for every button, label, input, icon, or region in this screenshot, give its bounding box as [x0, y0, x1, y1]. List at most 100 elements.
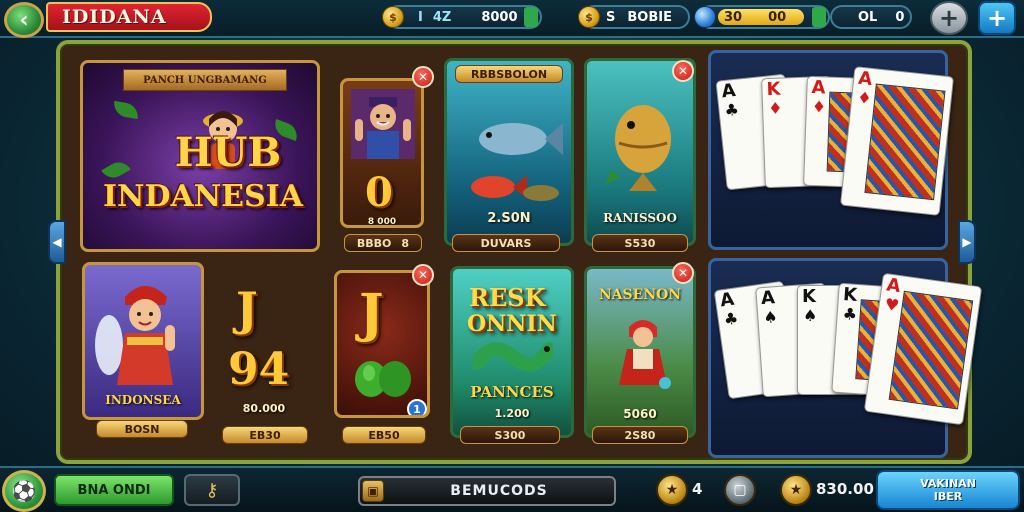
nasenon-game-tile[interactable]: NASENON 5060: [584, 266, 696, 438]
card-suit-icon: ♠: [762, 307, 779, 328]
nasenon-plate[interactable]: 2S80: [592, 426, 688, 444]
gem-counter[interactable]: 30 00: [694, 5, 830, 29]
soccer-ball-icon[interactable]: ⚽: [2, 470, 46, 512]
card-rank: K: [842, 284, 858, 306]
angel-plate[interactable]: BOSN: [96, 420, 188, 438]
card-suit-icon: ♠: [803, 306, 818, 325]
card-suit-icon: ♦: [856, 87, 873, 109]
hero-title-line2: INDANESIA: [102, 179, 303, 214]
playing-card[interactable]: A ♥: [863, 272, 983, 426]
gem-value: 30: [724, 9, 743, 25]
card-suit-icon: ♣: [723, 99, 740, 121]
portrait-boy-sub: 8 000: [367, 217, 397, 227]
gem-value-2: 00: [768, 9, 787, 25]
portrait-boy-plate[interactable]: BBBO 8: [344, 234, 422, 252]
fish1-value: 2.S0N: [487, 211, 531, 226]
close-x-icon[interactable]: ✕: [672, 262, 694, 284]
close-x-icon[interactable]: ✕: [412, 66, 434, 88]
back-arrow-icon[interactable]: ‹: [4, 2, 44, 38]
portrait-boy-number: 0: [365, 169, 393, 216]
red-hood-girl-icon: [619, 320, 671, 389]
card-suit-icon: ♦: [811, 97, 827, 117]
resk-caption: PANNCES: [470, 383, 554, 401]
game-title: IDIDANA: [46, 2, 212, 32]
close-x-icon[interactable]: ✕: [412, 264, 434, 286]
coin-mid: 4Z: [432, 9, 452, 25]
portrait-boy-plate-text-2: 8: [401, 236, 410, 250]
secondary-value: BOBIE: [627, 9, 672, 25]
top-bar: ‹ IDIDANA $ I 4Z 8000 $ S BOBIE 30 00 OL…: [0, 0, 1024, 38]
indonesia-angel-tile[interactable]: INDONSEA: [82, 262, 204, 420]
scroll-left-arrow-icon[interactable]: ◀: [48, 220, 66, 264]
resk-plate[interactable]: S300: [460, 426, 560, 444]
card-rank: A: [718, 288, 736, 312]
chest-icon: ▣: [362, 480, 384, 502]
card-rank: A: [720, 79, 737, 103]
gold-coin-icon: $: [382, 6, 404, 28]
card-rank: K: [766, 78, 781, 101]
plus-blue-button[interactable]: +: [978, 1, 1016, 35]
angel-caption: INDONSEA: [105, 393, 181, 407]
card-rank: A: [760, 287, 776, 310]
star-coin-icon[interactable]: ★: [656, 474, 688, 506]
fish2-plate[interactable]: S530: [592, 234, 688, 252]
hero-ribbon: PANCH UNGBAMANG: [123, 69, 287, 91]
playing-card[interactable]: A ♦: [839, 66, 955, 216]
card-hand-bottom[interactable]: A ♣ A ♠ K ♠ K ♣ A ♥: [708, 258, 983, 458]
j-symbol-tile[interactable]: J 1: [334, 270, 430, 418]
serpent-icon: [473, 342, 553, 372]
coin-counter[interactable]: $ I 4Z 8000: [382, 5, 542, 29]
fish-icon: [471, 123, 563, 201]
close-x-icon[interactable]: ✕: [672, 60, 694, 82]
inbox-icon[interactable]: ▢: [724, 474, 756, 506]
vip-button-line2: IBER: [933, 490, 963, 503]
green-leaves-icon: [355, 361, 411, 397]
add-coins-icon[interactable]: [524, 7, 538, 27]
center-status-bar[interactable]: ▣ BEMUCODS: [358, 476, 616, 506]
fish2-caption: RANISSOO: [603, 211, 677, 225]
card-suit-icon: ♦: [767, 98, 783, 119]
scroll-right-arrow-icon[interactable]: ▶: [958, 220, 976, 264]
level-value: 0: [895, 9, 905, 25]
secondary-label: S: [606, 9, 616, 25]
resk-game-tile[interactable]: RESK ONNIN PANNCES 1.200: [450, 266, 574, 438]
vip-button-line1: VAKINAN: [920, 477, 976, 490]
level-label: OL: [858, 9, 878, 25]
add-gems-icon[interactable]: [812, 7, 826, 27]
jackpot-sub: 80.000: [242, 402, 286, 415]
secondary-counter[interactable]: $ S BOBIE: [578, 5, 690, 29]
nasenon-value: 5060: [623, 407, 657, 421]
character-angel-icon: [95, 286, 175, 385]
j-symbol-letter: J: [359, 283, 384, 344]
stars-count: 4: [692, 480, 702, 498]
star-coin-icon[interactable]: ★: [780, 474, 812, 506]
portrait-boy-tile[interactable]: 0 8 000: [340, 78, 424, 228]
golden-fish-icon: [605, 105, 671, 191]
card-rank: A: [811, 76, 826, 99]
blue-gem-icon: [694, 6, 716, 28]
card-rank: A: [857, 67, 874, 91]
fish-game-tile-1[interactable]: RBBSBOLON 2.S0N: [444, 58, 574, 246]
resk-value: 1.200: [494, 407, 530, 420]
gold-coin-icon: $: [578, 6, 600, 28]
plus-gray-button[interactable]: +: [930, 1, 968, 35]
j-badge: 1: [407, 399, 427, 415]
fish1-plate[interactable]: DUVARS: [452, 234, 560, 252]
green-action-button[interactable]: BNA ONDI: [54, 474, 174, 506]
card-rank: A: [885, 274, 902, 298]
level-counter: OL 0: [830, 5, 912, 29]
card-suit-icon: ♣: [722, 308, 740, 330]
portrait-boy-plate-text: BBBO: [356, 236, 392, 250]
vip-button[interactable]: VAKINAN IBER: [876, 470, 1020, 510]
card-suit-icon: ♥: [883, 294, 901, 316]
nasenon-title: NASENON: [598, 287, 682, 303]
jackpot-plate[interactable]: EB30: [222, 426, 308, 444]
j-symbol-plate[interactable]: EB50: [342, 426, 426, 444]
fish-game-tile-2[interactable]: RANISSOO: [584, 58, 696, 246]
card-face-art: [888, 290, 974, 410]
stars-count-text: 4: [692, 480, 703, 498]
fish1-ribbon: RBBSBOLON: [455, 65, 563, 83]
card-hand-top[interactable]: A ♣ K ♦ A ♦ A ♦: [708, 50, 955, 250]
key-icon[interactable]: ⚷: [184, 474, 240, 506]
hub-indonesia-tile[interactable]: PANCH UNGBAMANG HUB INDANESIA: [80, 60, 320, 252]
